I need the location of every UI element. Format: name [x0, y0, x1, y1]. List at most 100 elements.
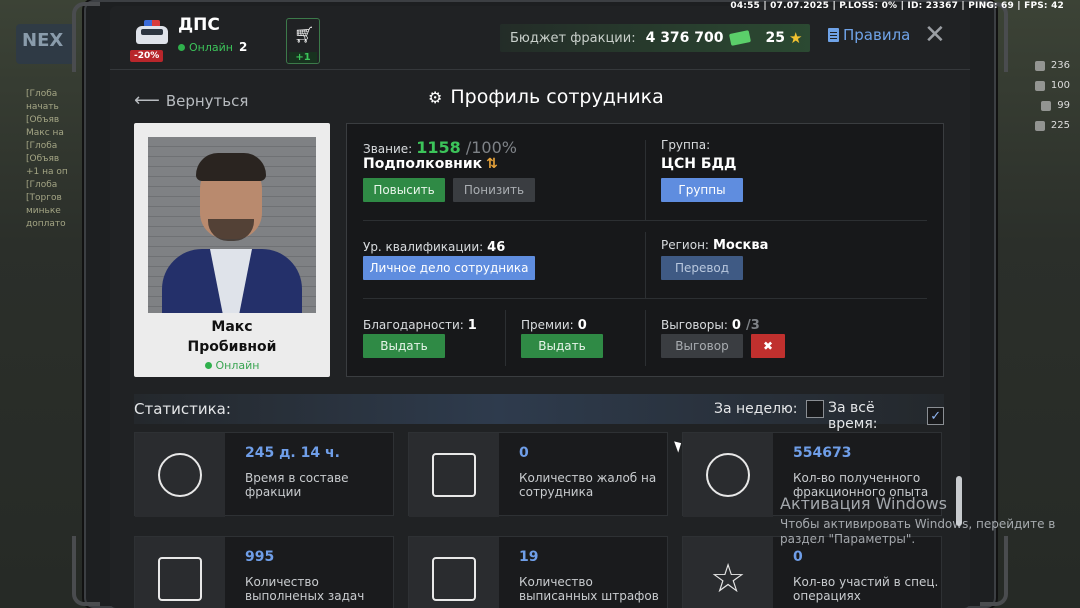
- star-waves-icon: ☆: [710, 556, 746, 602]
- frame-bracket: [980, 2, 1008, 72]
- employee-info-grid: Звание: 1158 /100% Подполковник ⇅ Повысить…: [346, 123, 944, 377]
- statistics-header: Статистика: За неделю: За всё время: ✓: [134, 394, 944, 432]
- divider: [645, 232, 646, 298]
- demote-button[interactable]: Понизить: [453, 178, 535, 202]
- food-icon: [1041, 100, 1052, 111]
- groups-button[interactable]: Группы: [661, 178, 743, 202]
- chat-line: доплато: [26, 219, 66, 229]
- stat-value: 19: [519, 549, 539, 565]
- faction-header: -20% ДПС Онлайн 2 🛒︎ +1 Бюджет фракции: …: [110, 6, 970, 70]
- checkmark-icon: ✓: [930, 408, 942, 424]
- hud-stat: 236: [1034, 60, 1070, 71]
- chat-line: [Глоба: [26, 180, 58, 190]
- stat-value: 995: [245, 549, 275, 565]
- bonus-row: Премии: 0: [521, 314, 587, 333]
- qualification-label: Ур. квалификации:: [363, 240, 484, 254]
- page-title-text: Профиль сотрудника: [450, 86, 664, 108]
- give-bonus-button[interactable]: Выдать: [521, 334, 603, 358]
- chat-line: [Объяв: [26, 115, 60, 125]
- stopwatch-icon: [158, 453, 202, 497]
- online-dot-icon: [178, 43, 185, 51]
- chat-line: начать: [26, 102, 59, 112]
- online-dot-icon: [204, 362, 212, 369]
- pulse-icon: [1034, 60, 1045, 71]
- region-value: Москва: [712, 238, 769, 253]
- clipboard-checklist-icon: [158, 557, 202, 601]
- statistics-title: Статистика:: [134, 400, 231, 418]
- user-remove-icon: ✖: [762, 339, 774, 353]
- remove-reprimand-button[interactable]: ✖: [751, 334, 785, 358]
- armor-icon: [1034, 120, 1045, 131]
- budget-label: Бюджет фракции:: [510, 30, 636, 46]
- back-label: Вернуться: [165, 91, 249, 110]
- stars-value: 25: [765, 30, 785, 46]
- shop-cart-button[interactable]: 🛒︎ +1: [286, 18, 320, 64]
- hud-stat: 99: [1041, 100, 1070, 111]
- bonus-label: Премии:: [521, 318, 574, 332]
- windows-activation-watermark: Активация Windows Чтобы активировать Win…: [780, 494, 1060, 547]
- background-chat: [Глоба начать [Объяв Макс на [Глоба [Объ…: [26, 88, 86, 231]
- exp-stars-icon: [706, 453, 750, 497]
- chat-line: [Торгов: [26, 193, 62, 203]
- rank-label: Звание:: [363, 142, 413, 156]
- rank-arrows-icon: ⇅: [486, 156, 498, 172]
- police-car-icon: [132, 14, 172, 54]
- fine-ruble-doc-icon: [432, 557, 476, 601]
- alltime-checkbox[interactable]: ✓: [927, 407, 944, 425]
- period-alltime-label: За всё время:: [828, 400, 878, 432]
- stat-description: Количество выполненых задач: [245, 575, 365, 603]
- discount-badge: -20%: [130, 50, 164, 62]
- faction-budget: Бюджет фракции: 4 376 700 25 ★: [500, 24, 810, 52]
- promote-button[interactable]: Повысить: [363, 178, 445, 202]
- money-icon: [728, 30, 751, 46]
- personal-file-button[interactable]: Личное дело сотрудника: [363, 256, 535, 280]
- stat-card: 0 Количество жалоб на сотрудника: [408, 432, 668, 517]
- bonus-value: 0: [577, 318, 587, 333]
- close-button[interactable]: ✕: [924, 22, 946, 48]
- frame-bracket: [72, 2, 100, 72]
- rank-row: Звание: 1158 /100%: [363, 138, 517, 157]
- faction-name: ДПС: [178, 15, 220, 35]
- give-thanks-button[interactable]: Выдать: [363, 334, 445, 358]
- divider: [363, 220, 927, 221]
- rules-link[interactable]: Правила: [828, 26, 910, 44]
- hud-stat: 225: [1034, 120, 1070, 131]
- rank-progress: 1158: [416, 138, 461, 157]
- employee-photo-card: Макс Пробивной Онлайн: [134, 123, 330, 377]
- week-checkbox[interactable]: [805, 400, 824, 418]
- star-icon: ★: [789, 29, 803, 47]
- stat-description: Количество жалоб на сотрудника: [519, 471, 657, 499]
- chat-line: [Объяв: [26, 154, 60, 164]
- qualification-row: Ур. квалификации: 46: [363, 236, 505, 255]
- stat-description: Количество выписанных штрафов: [519, 575, 659, 603]
- gear-icon: ⚙: [428, 87, 443, 107]
- period-week-label: За неделю:: [714, 401, 798, 417]
- region-row: Регион: Москва: [661, 234, 768, 253]
- hud-right: 236 100 99 225: [1012, 50, 1080, 550]
- back-button[interactable]: ⟵ Вернуться: [134, 90, 248, 111]
- period-week[interactable]: За неделю:: [714, 400, 824, 418]
- watermark-text: Чтобы активировать Windows, перейдите в …: [780, 517, 1056, 546]
- stat-card: 245 д. 14 ч. Время в составе фракции: [134, 432, 394, 517]
- employee-status: Онлайн: [134, 359, 330, 372]
- cart-icon: 🛒︎: [294, 25, 315, 44]
- watermark-title: Активация Windows: [780, 494, 947, 513]
- complaint-doc-icon: [432, 453, 476, 497]
- arrow-left-icon: ⟵: [134, 90, 160, 111]
- stat-value: 245 д. 14 ч.: [245, 445, 340, 461]
- employee-status-label: Онлайн: [215, 359, 260, 372]
- period-alltime[interactable]: За всё время: ✓: [828, 400, 944, 432]
- chat-line: [Глоба: [26, 141, 58, 151]
- thanks-value: 1: [467, 318, 477, 333]
- stat-description: Кол-во участий в спец. операциях: [793, 575, 939, 603]
- employee-last-name: Пробивной: [187, 339, 277, 355]
- online-count: 2: [238, 40, 248, 54]
- rank-progress-max: /100%: [465, 138, 517, 157]
- divider: [505, 310, 506, 366]
- transfer-button[interactable]: Перевод: [661, 256, 743, 280]
- stat-value: 0: [793, 549, 803, 565]
- qualification-value: 46: [487, 240, 506, 255]
- online-label: Онлайн: [189, 40, 233, 54]
- document-icon: [828, 28, 839, 42]
- reprimand-button[interactable]: Выговор: [661, 334, 743, 358]
